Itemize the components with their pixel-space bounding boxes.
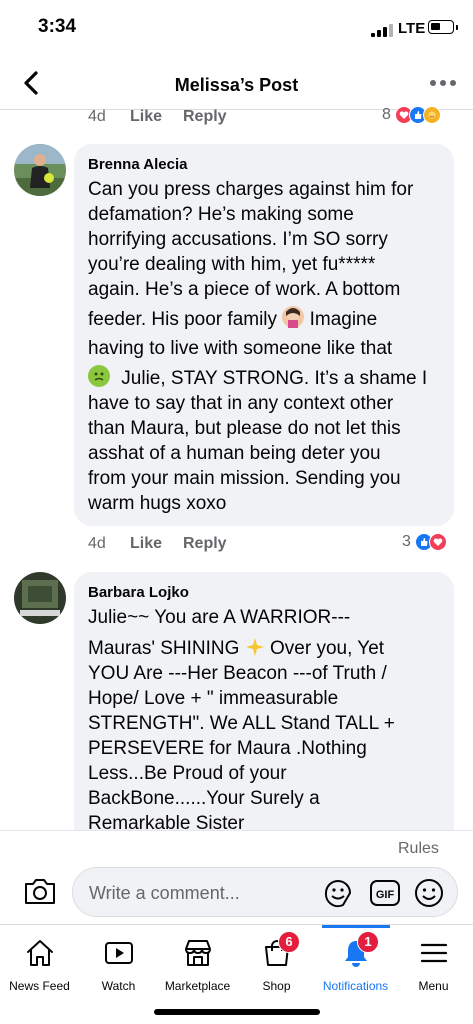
comment-author[interactable]: Brenna Alecia (88, 156, 440, 173)
comment-line: Less...Be Proud of your (88, 763, 287, 784)
rules-link[interactable]: Rules (398, 840, 439, 858)
signal-icon (371, 23, 395, 37)
comment-line: from your main mission. Sending you (88, 468, 401, 489)
care-reaction-icon (422, 106, 441, 124)
comment-line: warm hugs xoxo (88, 493, 227, 514)
nav-label: Marketplace (164, 979, 231, 993)
comment-line: Julie, STAY STRONG. It’s a shame I (88, 365, 440, 391)
marketplace-icon (184, 940, 211, 966)
comment-line-part: Imagine (309, 309, 378, 330)
emoji-icon[interactable] (413, 877, 445, 909)
nav-news-feed[interactable]: News Feed (0, 925, 79, 1001)
comment-line: Hope/ Love + " immeasurable (88, 688, 339, 709)
nav-marketplace[interactable]: Marketplace (158, 925, 237, 1001)
nauseated-face-emoji-icon (88, 365, 110, 387)
watch-icon (104, 942, 133, 964)
comment-line-part: Julie, STAY STRONG. It’s a shame I (121, 368, 428, 389)
reaction-summary[interactable]: 3 (402, 533, 447, 551)
comment-line-part: Mauras' SHINING (88, 638, 240, 659)
comment-line: STRENGTH". We ALL Stand TALL + (88, 713, 395, 734)
comment-line-part: feeder. His poor family (88, 309, 278, 330)
comment-line: feeder. His poor family Imagine (88, 306, 440, 332)
comment-text: Julie~~ You are A WARRIOR--- Mauras' SHI… (88, 605, 440, 836)
reaction-summary[interactable]: 8 (382, 106, 441, 124)
comment-line: you’re dealing with him, yet fu***** (88, 254, 376, 275)
comment-box[interactable]: GIF (72, 867, 458, 917)
notifications-badge: 1 (357, 931, 379, 953)
comment-line: than Maura, but please do not let this (88, 418, 401, 439)
comment-text: Can you press charges against him for de… (88, 177, 440, 516)
comment-line: again. He’s a piece of work. A bottom (88, 279, 401, 300)
comment-bubble: Barbara Lojko Julie~~ You are A WARRIOR-… (74, 572, 454, 862)
comment-bubble: Brenna Alecia Can you press charges agai… (74, 144, 454, 526)
comment-line-part: Over you, Yet (270, 638, 385, 659)
nav-watch[interactable]: Watch (79, 925, 158, 1001)
avatar[interactable] (14, 144, 66, 196)
page-title: Melissa’s Post (174, 75, 299, 95)
battery-nub (456, 25, 458, 30)
reply-button[interactable]: Reply (183, 108, 227, 126)
comment-meta: 4d Like Reply (88, 533, 288, 557)
comment-line: Can you press charges against him for (88, 179, 414, 200)
avatar[interactable] (14, 572, 66, 624)
reply-button[interactable]: Reply (183, 535, 227, 553)
comment-line: asshat of a human being deter you (88, 443, 381, 464)
battery-icon (428, 20, 454, 34)
comment-author[interactable]: Barbara Lojko (88, 584, 440, 601)
gif-icon[interactable]: GIF (369, 878, 401, 908)
menu-icon (420, 943, 447, 963)
sparkle-star-emoji-icon (245, 637, 265, 657)
network-label: LTE (398, 20, 426, 37)
comment-line: having to live with someone like that (88, 338, 393, 359)
reaction-count: 8 (382, 106, 391, 123)
facepalm-emoji-icon (282, 306, 305, 328)
comment-line: BackBone......Your Surely a (88, 788, 320, 809)
like-button[interactable]: Like (130, 535, 162, 553)
nav-label: Notifications (322, 979, 389, 993)
nav-label: Menu (418, 979, 449, 993)
home-indicator (154, 1009, 320, 1015)
nav-shop[interactable]: 6 Shop (237, 925, 316, 1001)
previous-comment-meta: 4d Like Reply (88, 106, 288, 130)
comment-line: Julie~~ You are A WARRIOR--- (88, 607, 351, 628)
nav-label: Shop (262, 979, 291, 993)
sticker-icon[interactable] (321, 876, 355, 910)
nav-notifications[interactable]: 1 Notifications (316, 925, 395, 1001)
nav-menu[interactable]: Menu (394, 925, 473, 1001)
love-reaction-icon (428, 533, 447, 551)
comment-input[interactable] (89, 880, 319, 906)
shop-badge: 6 (278, 931, 300, 953)
svg-text:GIF: GIF (376, 889, 395, 901)
more-options-icon[interactable] (430, 80, 456, 88)
status-time: 3:34 (38, 16, 77, 37)
comment-line: have to say that in any context other (88, 393, 394, 414)
comment-line: PERSEVERE for Maura .Nothing (88, 738, 367, 759)
home-icon (26, 940, 53, 966)
camera-icon[interactable] (23, 876, 57, 906)
bottom-navigation: News Feed Watch Marketplace 6 Shop 1 Not… (0, 924, 473, 1024)
comment-line: YOU Are ---Her Beacon ---of Truth / (88, 663, 387, 684)
comment-line: defamation? He’s making some (88, 204, 354, 225)
post-header: Melissa’s Post (0, 60, 473, 110)
status-bar: 3:34 LTE (0, 0, 473, 58)
reaction-count: 3 (402, 533, 411, 550)
like-button[interactable]: Like (130, 108, 162, 126)
comment-line: horrifying accusations. I’m SO sorry (88, 229, 388, 250)
comment-line: Mauras' SHINING Over you, Yet (88, 636, 440, 661)
comment-time: 4d (88, 535, 106, 552)
comment-time: 4d (88, 108, 106, 125)
nav-label: News Feed (9, 979, 70, 993)
nav-label: Watch (101, 979, 136, 993)
